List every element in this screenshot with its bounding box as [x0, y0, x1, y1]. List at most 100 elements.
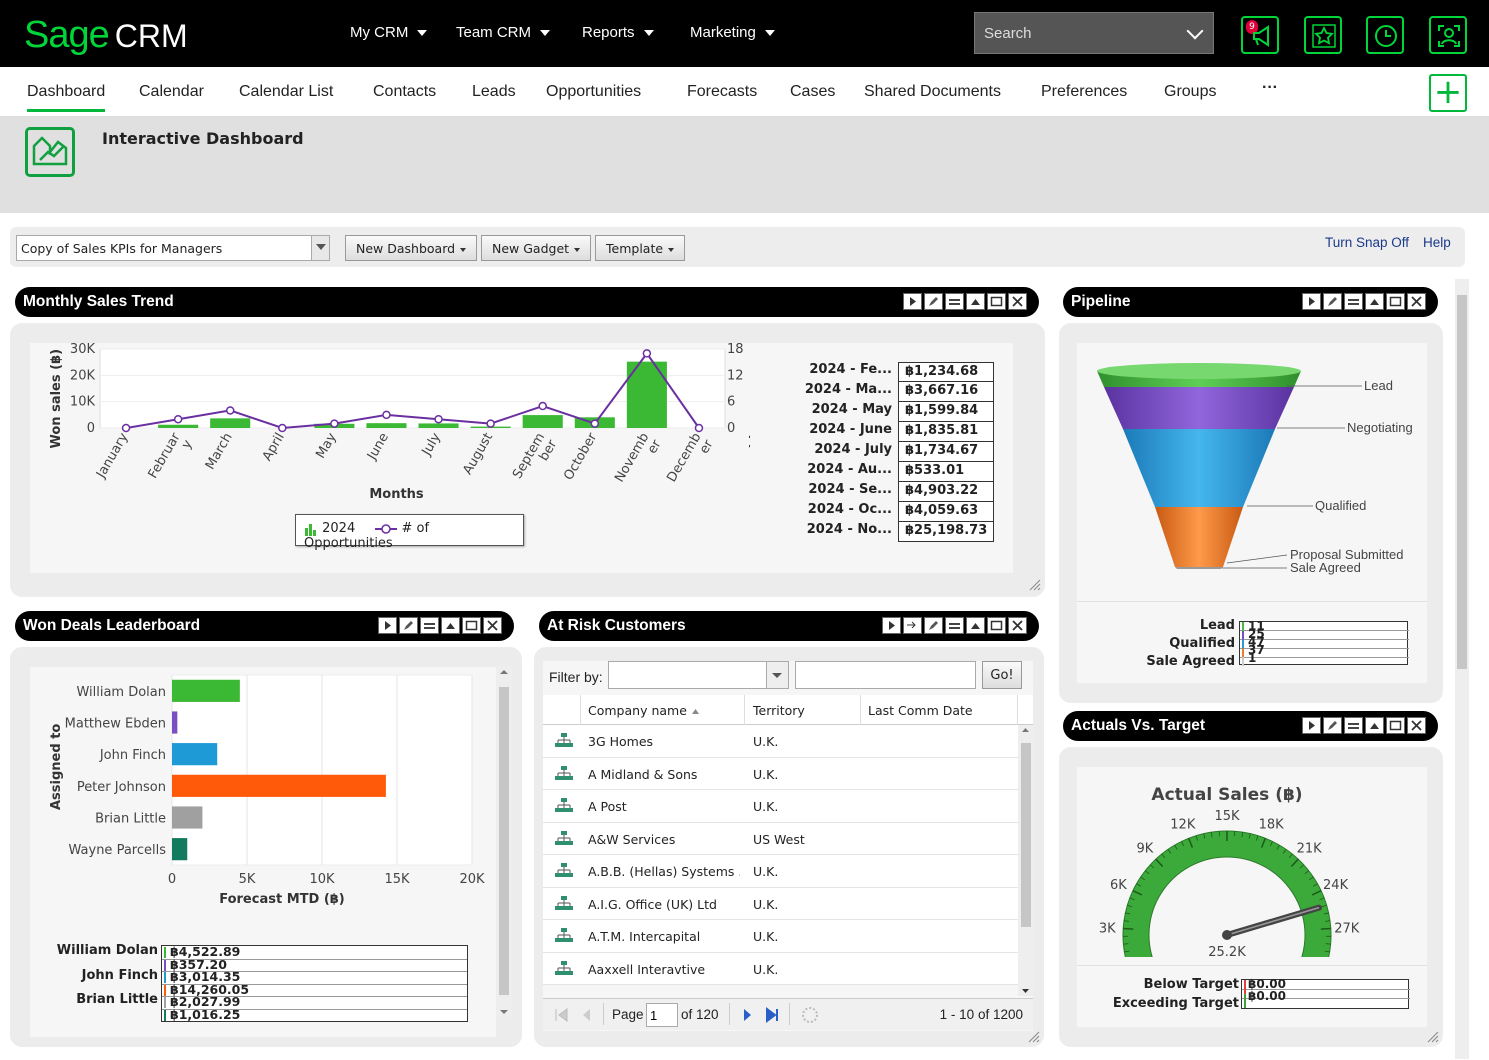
pipeline-header[interactable]: Pipeline: [1063, 287, 1438, 317]
settings-icon[interactable]: [945, 617, 964, 634]
search-input[interactable]: [975, 13, 1175, 53]
won-deals-scrollbar-thumb[interactable]: [499, 687, 509, 995]
settings-icon[interactable]: [945, 293, 964, 310]
column-last-comm-date[interactable]: Last Comm Date: [868, 703, 973, 718]
menu-my-crm[interactable]: My CRM: [350, 24, 427, 41]
notifications-button[interactable]: 9: [1241, 16, 1279, 54]
company-name-cell[interactable]: A.B.B. (Hellas) Systems ...: [588, 864, 740, 879]
table-row[interactable]: A.I.G. Office (UK) Ltd U.K.: [543, 887, 1018, 920]
actuals-header[interactable]: Actuals Vs. Target: [1063, 711, 1438, 741]
collapse-icon[interactable]: [1365, 293, 1384, 310]
edit-icon[interactable]: [924, 617, 943, 634]
collapse-icon[interactable]: [966, 293, 985, 310]
close-icon[interactable]: [1407, 717, 1426, 734]
edit-icon[interactable]: [399, 617, 418, 634]
tab-contacts[interactable]: Contacts: [373, 83, 436, 101]
company-name-cell[interactable]: A.I.G. Office (UK) Ltd: [588, 897, 740, 912]
column-territory[interactable]: Territory: [753, 703, 805, 718]
collapse-icon[interactable]: [441, 617, 460, 634]
dropdown-arrow-icon[interactable]: [311, 236, 329, 260]
page-scrollbar[interactable]: [1455, 279, 1469, 1059]
play-icon[interactable]: [882, 617, 901, 634]
grid-scrollbar-thumb[interactable]: [1021, 743, 1031, 927]
maximize-icon[interactable]: [462, 617, 481, 634]
won-deals-scrollbar[interactable]: [496, 667, 512, 1017]
table-row[interactable]: Aaxxell Interavtive U.K.: [543, 952, 1018, 985]
edit-icon[interactable]: [1323, 717, 1342, 734]
table-row[interactable]: A Midland & Sons U.K.: [543, 757, 1018, 790]
play-icon[interactable]: [1302, 293, 1321, 310]
close-icon[interactable]: [1407, 293, 1426, 310]
settings-icon[interactable]: [1344, 293, 1363, 310]
maximize-icon[interactable]: [1386, 717, 1405, 734]
filter-select[interactable]: [608, 661, 789, 689]
maximize-icon[interactable]: [987, 293, 1006, 310]
tab-more[interactable]: ···: [1262, 79, 1278, 97]
column-company-name[interactable]: Company name: [588, 703, 700, 718]
help-link[interactable]: Help: [1423, 235, 1451, 250]
table-row[interactable]: A.T.M. Intercapital U.K.: [543, 920, 1018, 953]
add-new-button[interactable]: +: [1429, 74, 1467, 112]
prev-page-icon[interactable]: [579, 1007, 595, 1023]
tab-groups[interactable]: Groups: [1164, 83, 1216, 101]
close-icon[interactable]: [483, 617, 502, 634]
tab-leads[interactable]: Leads: [472, 83, 516, 101]
company-name-cell[interactable]: A Midland & Sons: [588, 767, 740, 782]
tab-shared-documents[interactable]: Shared Documents: [864, 83, 1001, 101]
dashboard-select[interactable]: Copy of Sales KPIs for Managers: [16, 235, 330, 261]
tab-opportunities[interactable]: Opportunities: [546, 83, 641, 101]
tab-preferences[interactable]: Preferences: [1041, 83, 1127, 101]
settings-icon[interactable]: [1344, 717, 1363, 734]
table-row[interactable]: A.B.B. (Hellas) Systems ... U.K.: [543, 855, 1018, 888]
resize-handle-icon[interactable]: [1028, 1031, 1040, 1043]
user-profile-button[interactable]: [1429, 16, 1467, 54]
monthly-sales-trend-header[interactable]: Monthly Sales Trend: [15, 287, 1039, 317]
maximize-icon[interactable]: [1386, 293, 1405, 310]
turn-snap-off-link[interactable]: Turn Snap Off: [1325, 235, 1409, 250]
next-page-icon[interactable]: [739, 1007, 755, 1023]
page-number-input[interactable]: [646, 1003, 678, 1027]
edit-icon[interactable]: [924, 293, 943, 310]
maximize-icon[interactable]: [987, 617, 1006, 634]
close-icon[interactable]: [1008, 617, 1027, 634]
company-name-cell[interactable]: A&W Services: [588, 832, 740, 847]
chevron-down-icon[interactable]: [1186, 22, 1204, 40]
play-icon[interactable]: [903, 293, 922, 310]
collapse-icon[interactable]: [1365, 717, 1384, 734]
grid-scrollbar[interactable]: [1018, 725, 1033, 996]
go-button[interactable]: Go!: [982, 661, 1022, 689]
refresh-icon[interactable]: [801, 1006, 819, 1024]
search-box[interactable]: [974, 12, 1214, 54]
table-row[interactable]: A&W Services US West: [543, 822, 1018, 855]
settings-icon[interactable]: [420, 617, 439, 634]
new-gadget-button[interactable]: New Gadget: [481, 235, 592, 261]
play-icon[interactable]: [378, 617, 397, 634]
close-icon[interactable]: [1008, 293, 1027, 310]
filter-dropdown-icon[interactable]: [766, 662, 788, 688]
new-dashboard-button[interactable]: New Dashboard: [345, 235, 478, 261]
favorites-button[interactable]: [1304, 16, 1342, 54]
resize-handle-icon[interactable]: [1029, 579, 1041, 591]
at-risk-header[interactable]: At Risk Customers: [539, 611, 1039, 641]
recent-button[interactable]: [1366, 16, 1404, 54]
tab-cases[interactable]: Cases: [790, 83, 835, 101]
won-deals-header[interactable]: Won Deals Leaderboard: [15, 611, 514, 641]
menu-team-crm[interactable]: Team CRM: [456, 24, 550, 41]
page-scrollbar-thumb[interactable]: [1457, 295, 1467, 669]
company-name-cell[interactable]: A Post: [588, 799, 740, 814]
tab-forecasts[interactable]: Forecasts: [687, 83, 757, 101]
company-name-cell[interactable]: 3G Homes: [588, 734, 740, 749]
tab-dashboard[interactable]: Dashboard: [27, 83, 106, 112]
edit-icon[interactable]: [1323, 293, 1342, 310]
last-page-icon[interactable]: [765, 1007, 781, 1023]
menu-marketing[interactable]: Marketing: [690, 24, 775, 41]
menu-reports[interactable]: Reports: [582, 24, 654, 41]
play-icon[interactable]: [1302, 717, 1321, 734]
company-name-cell[interactable]: Aaxxell Interavtive: [588, 962, 740, 977]
company-name-cell[interactable]: A.T.M. Intercapital: [588, 929, 740, 944]
filter-value-input[interactable]: [795, 661, 976, 689]
table-row[interactable]: 3G Homes U.K.: [543, 725, 1018, 758]
table-row[interactable]: A Post U.K.: [543, 790, 1018, 823]
resize-handle-icon[interactable]: [1427, 1031, 1439, 1043]
tab-calendar-list[interactable]: Calendar List: [239, 83, 333, 101]
